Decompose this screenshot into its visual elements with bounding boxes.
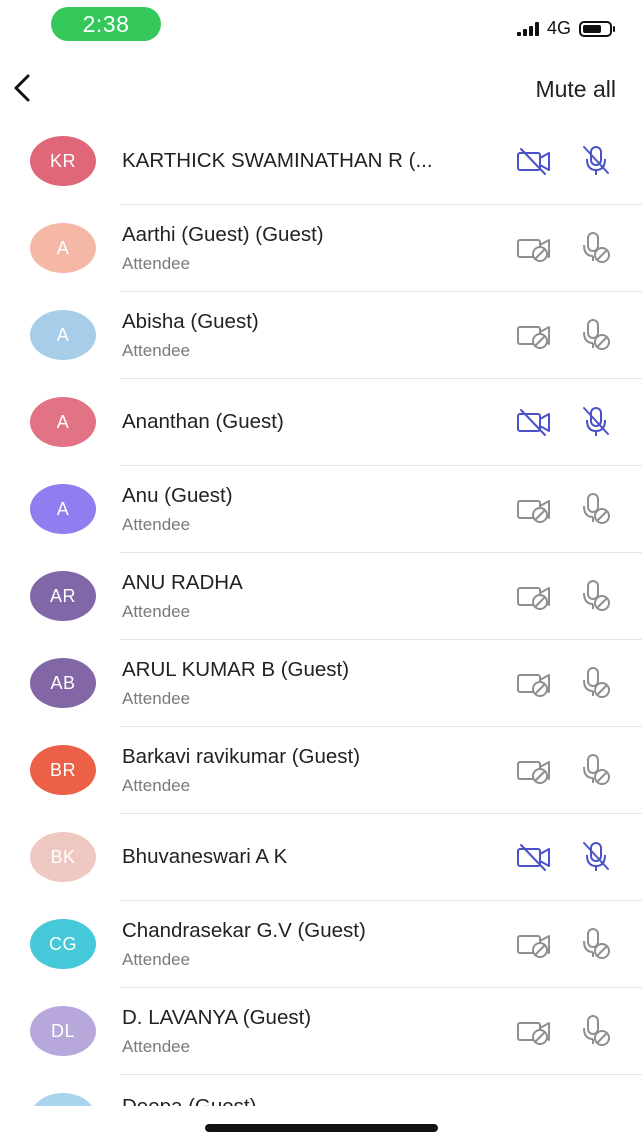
- video-disabled-icon[interactable]: [515, 493, 553, 525]
- participant-row-partial[interactable]: Deepa (Guest): [0, 1075, 642, 1106]
- participant-role: Attendee: [122, 1037, 191, 1056]
- participant-row[interactable]: BK Bhuvaneswari A K: [0, 814, 642, 901]
- participant-row[interactable]: CG Chandrasekar G.V (Guest) Attendee: [0, 901, 642, 988]
- video-disabled-icon[interactable]: [515, 928, 553, 960]
- participant-name: Deepa (Guest): [122, 1095, 256, 1106]
- video-off-icon[interactable]: [515, 145, 553, 177]
- participant-row[interactable]: KR KARTHICK SWAMINATHAN R (...: [0, 118, 642, 205]
- avatar: BR: [30, 745, 96, 795]
- participant-row[interactable]: BR Barkavi ravikumar (Guest) Attendee: [0, 727, 642, 814]
- participant-role: Attendee: [122, 602, 191, 621]
- mic-off-icon[interactable]: [579, 404, 613, 440]
- participant-name: Barkavi ravikumar (Guest): [122, 745, 361, 768]
- avatar: A: [30, 223, 96, 273]
- participant-name: Bhuvaneswari A K: [122, 845, 288, 868]
- participant-name: Anu (Guest): [122, 484, 233, 507]
- participant-row[interactable]: A Ananthan (Guest): [0, 379, 642, 466]
- avatar: DL: [30, 1006, 96, 1056]
- mic-disabled-icon[interactable]: [579, 752, 613, 788]
- mic-disabled-icon[interactable]: [579, 665, 613, 701]
- home-indicator: [205, 1124, 438, 1132]
- video-off-icon[interactable]: [515, 841, 553, 873]
- participant-name: D. LAVANYA (Guest): [122, 1006, 312, 1029]
- mic-disabled-icon[interactable]: [579, 491, 613, 527]
- mic-disabled-icon[interactable]: [579, 578, 613, 614]
- avatar: BK: [30, 832, 96, 882]
- participant-name: Aarthi (Guest) (Guest): [122, 223, 324, 246]
- avatar: AB: [30, 658, 96, 708]
- status-time: 2:38: [51, 7, 161, 41]
- video-off-icon[interactable]: [515, 406, 553, 438]
- video-disabled-icon[interactable]: [515, 319, 553, 351]
- back-button[interactable]: [8, 70, 40, 106]
- participant-row[interactable]: A Abisha (Guest) Attendee: [0, 292, 642, 379]
- avatar: A: [30, 484, 96, 534]
- battery-icon: [579, 20, 615, 37]
- participant-role: Attendee: [122, 341, 191, 360]
- mic-disabled-icon[interactable]: [579, 230, 613, 266]
- participant-name: Abisha (Guest): [122, 310, 259, 333]
- avatar: CG: [30, 919, 96, 969]
- signal-icon: [516, 21, 539, 36]
- participant-role: Attendee: [122, 776, 191, 795]
- video-disabled-icon[interactable]: [515, 232, 553, 264]
- avatar: A: [30, 397, 96, 447]
- participant-role: Attendee: [122, 254, 191, 273]
- participant-row[interactable]: AR ANU RADHA Attendee: [0, 553, 642, 640]
- participant-row[interactable]: A Aarthi (Guest) (Guest) Attendee: [0, 205, 642, 292]
- chevron-left-icon: [14, 74, 30, 102]
- participant-name: Chandrasekar G.V (Guest): [122, 919, 366, 942]
- avatar: A: [30, 310, 96, 360]
- mic-disabled-icon[interactable]: [579, 926, 613, 962]
- mic-disabled-icon[interactable]: [579, 317, 613, 353]
- participant-name: KARTHICK SWAMINATHAN R (...: [122, 149, 433, 172]
- participant-role: Attendee: [122, 950, 191, 969]
- participant-name: ARUL KUMAR B (Guest): [122, 658, 350, 681]
- avatar: KR: [30, 136, 96, 186]
- participant-role: Attendee: [122, 689, 191, 708]
- participant-list: KR KARTHICK SWAMINATHAN R (... A Aarthi (Gu…: [0, 118, 642, 1106]
- participant-role: Attendee: [122, 515, 191, 534]
- participant-name: ANU RADHA: [122, 571, 243, 594]
- mic-disabled-icon[interactable]: [579, 1013, 613, 1049]
- status-bar: 2:38 4G: [0, 0, 642, 50]
- video-disabled-icon[interactable]: [515, 580, 553, 612]
- video-disabled-icon[interactable]: [515, 667, 553, 699]
- nav-bar: Mute all: [0, 60, 642, 118]
- video-disabled-icon[interactable]: [515, 754, 553, 786]
- avatar: AR: [30, 571, 96, 621]
- participant-row[interactable]: A Anu (Guest) Attendee: [0, 466, 642, 553]
- avatar: [30, 1093, 96, 1106]
- mic-off-icon[interactable]: [579, 839, 613, 875]
- mute-all-button[interactable]: Mute all: [535, 76, 616, 103]
- participant-row[interactable]: DL D. LAVANYA (Guest) Attendee: [0, 988, 642, 1075]
- video-disabled-icon[interactable]: [515, 1015, 553, 1047]
- participant-row[interactable]: AB ARUL KUMAR B (Guest) Attendee: [0, 640, 642, 727]
- network-type: 4G: [546, 18, 571, 38]
- participant-name: Ananthan (Guest): [122, 410, 284, 433]
- mic-off-icon[interactable]: [579, 143, 613, 179]
- status-indicators: 4G: [516, 18, 615, 39]
